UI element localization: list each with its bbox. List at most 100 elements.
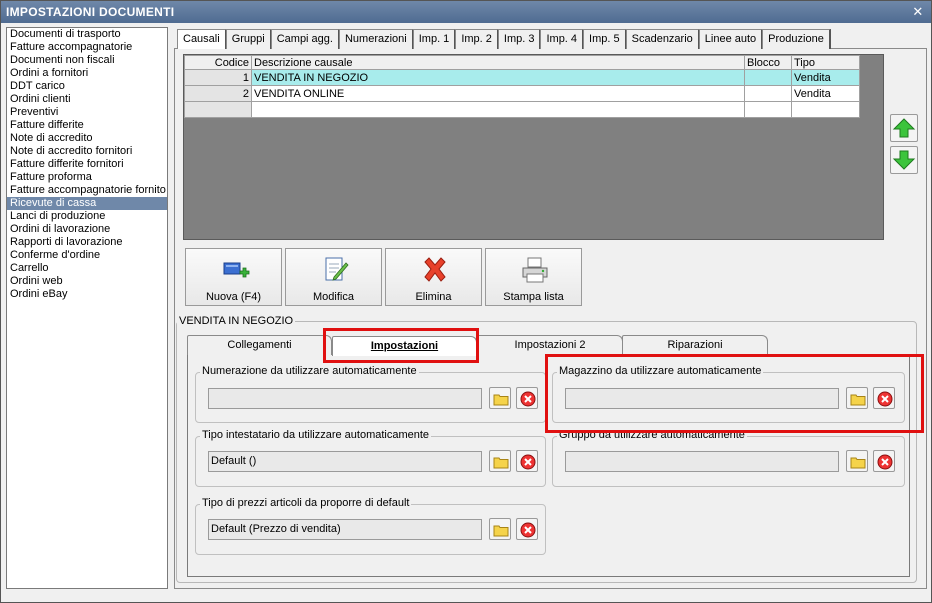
cell-codice: 1 — [184, 69, 252, 86]
doc-list-item[interactable]: Fatture accompagnatorie fornito — [7, 184, 167, 197]
cell-descrizione: VENDITA IN NEGOZIO — [251, 69, 745, 86]
tab-causali[interactable]: Causali — [177, 29, 227, 49]
intestatario-label: Tipo intestatario da utilizzare automati… — [200, 429, 432, 441]
prezzi-label: Tipo di prezzi articoli da proporre di d… — [200, 497, 412, 509]
tab-riparazioni[interactable]: Riparazioni — [622, 335, 768, 355]
new-button-label: Nuova (F4) — [205, 291, 262, 303]
intestatario-field[interactable]: Default () — [208, 451, 482, 472]
tab-imp-5[interactable]: Imp. 5 — [583, 29, 627, 49]
window-title: IMPOSTAZIONI DOCUMENTI — [6, 5, 175, 19]
doc-list-item[interactable]: Ordini di lavorazione — [7, 223, 167, 236]
clear-icon — [877, 454, 893, 470]
cell-tipo: Vendita — [791, 69, 860, 86]
window-title-bar: IMPOSTAZIONI DOCUMENTI ✕ — [1, 1, 931, 23]
doc-list-item[interactable]: Fatture accompagnatorie — [7, 41, 167, 54]
doc-list-item[interactable]: Preventivi — [7, 106, 167, 119]
table-row[interactable]: 1 VENDITA IN NEGOZIO Vendita — [184, 69, 860, 86]
gruppo-group: Gruppo da utilizzare automaticamente — [552, 429, 905, 487]
delete-x-icon — [424, 257, 446, 282]
doc-list-item[interactable]: Note di accredito — [7, 132, 167, 145]
doc-list-item[interactable]: DDT carico — [7, 80, 167, 93]
causali-table: Codice Descrizione causale Blocco Tipo 1… — [184, 55, 860, 118]
main-tabs: Causali Gruppi Campi agg. Numerazioni Imp. 1… — [177, 29, 831, 49]
doc-list-item[interactable]: Ricevute di cassa — [7, 197, 167, 210]
doc-list-item[interactable]: Documenti non fiscali — [7, 54, 167, 67]
intestatario-browse-button[interactable] — [489, 450, 511, 472]
doc-list-item[interactable]: Ordini eBay — [7, 288, 167, 301]
doc-list-item[interactable]: Ordini web — [7, 275, 167, 288]
gruppo-clear-button[interactable] — [873, 450, 895, 472]
arrow-down-icon — [892, 150, 916, 170]
clear-icon — [520, 522, 536, 538]
tab-produzione[interactable]: Produzione — [762, 29, 831, 49]
tab-gruppi[interactable]: Gruppi — [225, 29, 272, 49]
tab-numerazioni[interactable]: Numerazioni — [338, 29, 414, 49]
doc-list-item[interactable]: Carrello — [7, 262, 167, 275]
gruppo-field[interactable] — [565, 451, 839, 472]
clear-icon — [520, 391, 536, 407]
doc-list-item[interactable]: Documenti di trasporto — [7, 28, 167, 41]
intestatario-group: Tipo intestatario da utilizzare automati… — [195, 429, 546, 487]
gruppo-browse-button[interactable] — [846, 450, 868, 472]
col-header-descrizione[interactable]: Descrizione causale — [251, 55, 745, 70]
cell-tipo: Vendita — [791, 85, 860, 102]
move-up-button[interactable] — [890, 114, 918, 142]
delete-button-label: Elimina — [415, 291, 452, 303]
col-header-codice[interactable]: Codice — [184, 55, 252, 70]
cell-codice: 2 — [184, 85, 252, 102]
cell-blocco — [744, 85, 792, 102]
folder-icon — [493, 457, 509, 469]
prezzi-clear-button[interactable] — [516, 518, 538, 540]
doc-list-item[interactable]: Conferme d'ordine — [7, 249, 167, 262]
cell-descrizione: VENDITA ONLINE — [251, 85, 745, 102]
prezzi-field[interactable]: Default (Prezzo di vendita) — [208, 519, 482, 540]
document-type-list[interactable]: Documenti di trasporto Fatture accompagna… — [6, 27, 168, 589]
doc-list-item[interactable]: Fatture proforma — [7, 171, 167, 184]
tab-campi-agg[interactable]: Campi agg. — [270, 29, 340, 49]
doc-list-item[interactable]: Fatture differite — [7, 119, 167, 132]
edit-button[interactable]: Modifica — [285, 248, 382, 306]
numerazione-clear-button[interactable] — [516, 387, 538, 409]
close-icon[interactable]: ✕ — [911, 1, 925, 23]
tab-imp-2[interactable]: Imp. 2 — [455, 29, 499, 49]
arrow-up-icon — [892, 118, 916, 138]
new-button[interactable]: Nuova (F4) — [185, 248, 282, 306]
doc-list-item[interactable]: Ordini clienti — [7, 93, 167, 106]
prezzi-group: Tipo di prezzi articoli da proporre di d… — [195, 497, 546, 555]
doc-list-item[interactable]: Fatture differite fornitori — [7, 158, 167, 171]
highlight-magazzino-group — [545, 354, 924, 433]
numerazione-field[interactable] — [208, 388, 482, 409]
delete-button[interactable]: Elimina — [385, 248, 482, 306]
cell-blocco — [744, 69, 792, 86]
tab-imp-1[interactable]: Imp. 1 — [412, 29, 457, 49]
col-header-blocco[interactable]: Blocco — [744, 55, 792, 70]
numerazione-browse-button[interactable] — [489, 387, 511, 409]
folder-icon — [493, 525, 509, 537]
doc-list-item[interactable]: Ordini a fornitori — [7, 67, 167, 80]
tab-scadenzario[interactable]: Scadenzario — [625, 29, 700, 49]
causali-grid[interactable]: Codice Descrizione causale Blocco Tipo 1… — [183, 54, 884, 240]
settings-window: IMPOSTAZIONI DOCUMENTI ✕ Documenti di tr… — [0, 0, 932, 603]
causale-detail-title: VENDITA IN NEGOZIO — [177, 315, 296, 327]
tab-imp-3[interactable]: Imp. 3 — [497, 29, 542, 49]
tab-collegamenti[interactable]: Collegamenti — [187, 335, 332, 355]
add-record-icon — [223, 262, 250, 278]
tab-imp-4[interactable]: Imp. 4 — [540, 29, 585, 49]
doc-list-item[interactable]: Rapporti di lavorazione — [7, 236, 167, 249]
table-row-empty[interactable] — [184, 101, 860, 118]
numerazione-group: Numerazione da utilizzare automaticament… — [195, 365, 546, 423]
edit-button-label: Modifica — [313, 291, 354, 303]
print-list-button[interactable]: Stampa lista — [485, 248, 582, 306]
prezzi-browse-button[interactable] — [489, 518, 511, 540]
col-header-tipo[interactable]: Tipo — [791, 55, 860, 70]
doc-list-item[interactable]: Lanci di produzione — [7, 210, 167, 223]
intestatario-clear-button[interactable] — [516, 450, 538, 472]
move-down-button[interactable] — [890, 146, 918, 174]
edit-document-icon — [325, 257, 349, 281]
tab-impostazioni-2[interactable]: Impostazioni 2 — [477, 335, 623, 355]
tab-linee-auto[interactable]: Linee auto — [698, 29, 764, 49]
table-row[interactable]: 2 VENDITA ONLINE Vendita — [184, 85, 860, 102]
printer-icon — [522, 257, 548, 283]
doc-list-item[interactable]: Note di accredito fornitori — [7, 145, 167, 158]
folder-icon — [493, 394, 509, 406]
